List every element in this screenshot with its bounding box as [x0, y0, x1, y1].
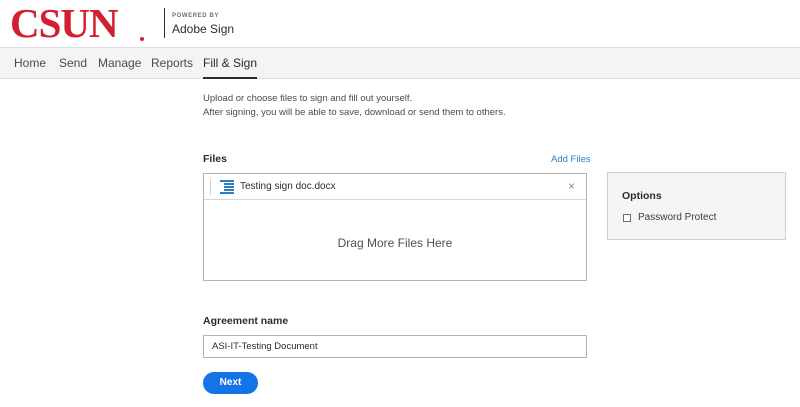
nav-send[interactable]: Send — [59, 48, 87, 79]
agreement-name-label: Agreement name — [203, 315, 289, 327]
files-dropzone[interactable]: Testing sign doc.docx × Drag More Files … — [203, 173, 587, 281]
options-title: Options — [622, 190, 662, 202]
csun-logo: CSUN — [10, 0, 119, 46]
top-header: CSUN POWERED BY Adobe Sign — [0, 0, 800, 47]
intro-line-1: Upload or choose files to sign and fill … — [203, 93, 413, 104]
files-label: Files — [203, 153, 227, 165]
password-protect-checkbox[interactable] — [623, 214, 631, 222]
next-button[interactable]: Next — [203, 372, 258, 394]
add-files-link[interactable]: Add Files — [551, 154, 591, 165]
nav-fill-and-sign[interactable]: Fill & Sign — [203, 48, 258, 79]
nav-reports[interactable]: Reports — [151, 48, 193, 79]
nav-home[interactable]: Home — [14, 48, 46, 79]
drag-handle[interactable] — [210, 179, 211, 195]
adobe-sign-brand: Adobe Sign — [172, 22, 235, 36]
intro-text: Upload or choose files to sign and fill … — [203, 92, 506, 120]
nav-manage[interactable]: Manage — [98, 48, 141, 79]
password-protect-label[interactable]: Password Protect — [638, 212, 716, 223]
document-icon — [220, 180, 234, 194]
options-panel: Options Password Protect — [607, 172, 786, 240]
logo-divider — [164, 8, 165, 38]
logo-registered-mark — [140, 37, 144, 41]
powered-by-text: POWERED BY — [172, 13, 220, 19]
agreement-name-input[interactable] — [203, 335, 587, 358]
file-list-item: Testing sign doc.docx × — [204, 174, 586, 200]
file-name: Testing sign doc.docx — [240, 181, 336, 192]
main-nav: Home Send Manage Reports Fill & Sign — [0, 47, 800, 79]
remove-file-icon[interactable]: × — [568, 179, 575, 193]
intro-line-2: After signing, you will be able to save,… — [203, 107, 506, 118]
drop-zone-text: Drag More Files Here — [337, 236, 453, 250]
